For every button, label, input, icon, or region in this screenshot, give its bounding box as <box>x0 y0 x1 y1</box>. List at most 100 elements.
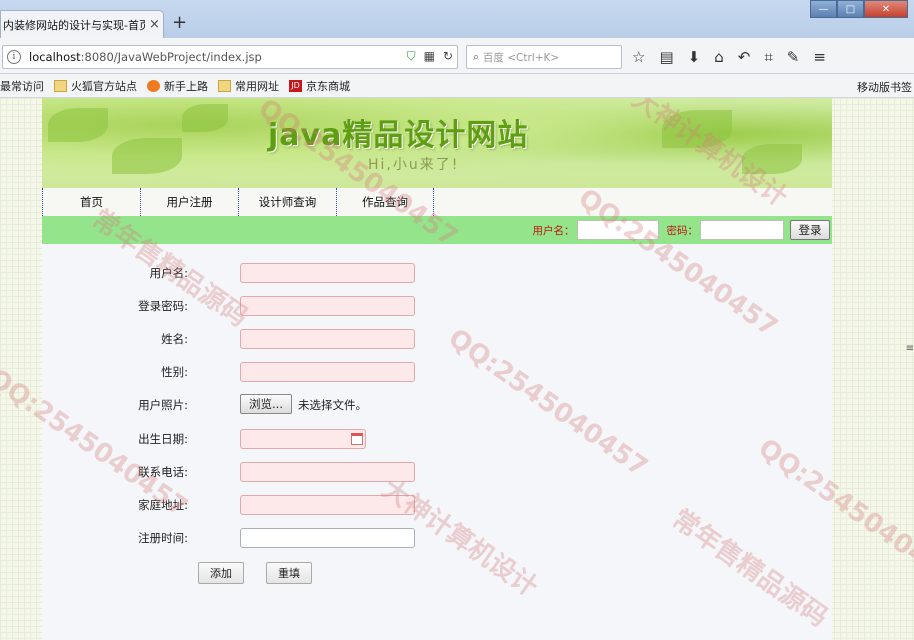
download-icon[interactable]: ⬇ <box>688 48 701 66</box>
bookmark-label: 京东商城 <box>306 79 350 93</box>
reset-button[interactable]: 重填 <box>266 562 312 584</box>
register-time-input[interactable] <box>240 528 415 548</box>
home-icon[interactable]: ⌂ <box>714 48 724 66</box>
star-icon[interactable]: ☆ <box>632 48 645 66</box>
login-username-input[interactable] <box>576 220 659 240</box>
bookmark-jd[interactable]: JD 京东商城 <box>289 78 350 94</box>
url-host: localhost <box>29 50 81 64</box>
register-form: 用户名: 登录密码: 姓名: 性别: 用户照片: 浏览... 未选择文件。 出生… <box>42 244 832 640</box>
bookmark-getting-started[interactable]: 新手上路 <box>147 78 208 94</box>
url-bar-icons: ⛉ ▦ ↻ <box>407 49 453 64</box>
site-container: java精品设计网站 Hi,小u来了! 首页 用户注册 设计师查询 作品查询 用… <box>42 98 832 640</box>
form-row-regtime: 注册时间: <box>42 528 415 548</box>
menu-item-works-search[interactable]: 作品查询 <box>336 188 434 216</box>
jd-logo-icon: JD <box>289 79 302 92</box>
file-status: 未选择文件。 <box>298 398 367 412</box>
field-label: 家庭地址: <box>138 498 188 512</box>
qr-code-icon[interactable]: ▦ <box>424 49 435 64</box>
banner-title: java精品设计网站 <box>268 118 529 153</box>
password-input[interactable] <box>240 296 415 316</box>
reload-icon[interactable]: ↻ <box>443 49 453 64</box>
field-label: 用户照片: <box>138 398 188 412</box>
gender-input[interactable] <box>240 362 415 382</box>
search-input[interactable]: ⌕ 百度 <Ctrl+K> <box>466 45 622 69</box>
browse-button[interactable]: 浏览... <box>240 394 292 414</box>
bookmark-most-visited[interactable]: 最常访问 <box>0 78 44 94</box>
form-row-address: 家庭地址: <box>42 495 415 515</box>
scrollbar-marker[interactable]: ≡ <box>906 343 914 354</box>
form-row-birthdate: 出生日期: <box>42 429 366 449</box>
tab-title: 内装修网站的设计与实现-首页 <box>3 18 145 32</box>
url-bar[interactable]: i localhost:8080/JavaWebProject/index.js… <box>2 45 458 69</box>
toolbar-icons: ☆ ▤ ⬇ ⌂ ↶ ⌗ ✎ ≡ <box>632 48 826 66</box>
mobile-bookmarks[interactable]: 移动版书签 <box>857 79 912 95</box>
extensions-icon[interactable]: ✎ <box>787 48 800 66</box>
leaf-decoration <box>182 104 228 132</box>
field-label: 性别: <box>161 365 188 379</box>
new-tab-button[interactable]: + <box>172 14 187 32</box>
bookmark-label: 常用网址 <box>235 79 279 93</box>
undo-icon[interactable]: ↶ <box>738 48 751 66</box>
calendar-icon[interactable] <box>351 433 363 445</box>
field-label: 联系电话: <box>138 465 188 479</box>
username-input[interactable] <box>240 263 415 283</box>
leaf-decoration <box>48 108 108 142</box>
birthdate-input[interactable] <box>240 429 366 449</box>
browser-navbar: i localhost:8080/JavaWebProject/index.js… <box>0 38 914 74</box>
login-password-input[interactable] <box>700 220 784 240</box>
login-bar: 用户名： 密码： 登录 <box>42 216 832 244</box>
phone-input[interactable] <box>240 462 415 482</box>
folder-icon <box>54 79 67 92</box>
name-input[interactable] <box>240 329 415 349</box>
maximize-button[interactable]: □ <box>837 0 864 18</box>
form-row-photo: 用户照片: 浏览... 未选择文件。 <box>42 394 367 415</box>
leaf-decoration <box>662 110 732 148</box>
bookmark-label: 最常访问 <box>0 79 44 93</box>
bookmark-firefox-site[interactable]: 火狐官方站点 <box>54 78 137 94</box>
shield-icon[interactable]: ⛉ <box>407 49 416 64</box>
form-row-username: 用户名: <box>42 263 415 283</box>
menu-item-register[interactable]: 用户注册 <box>140 188 238 216</box>
login-username-label: 用户名： <box>532 224 575 237</box>
bookmark-label: 火狐官方站点 <box>71 79 137 93</box>
close-window-button[interactable]: ✕ <box>864 0 908 18</box>
reader-icon[interactable]: ▤ <box>659 48 673 66</box>
menu-icon[interactable]: ≡ <box>813 48 826 66</box>
login-password-label: 密码： <box>666 224 699 237</box>
minimize-button[interactable]: — <box>810 0 837 18</box>
field-label: 出生日期: <box>138 432 188 446</box>
search-icon: ⌕ <box>473 50 479 63</box>
url-text[interactable]: localhost:8080/JavaWebProject/index.jsp <box>29 50 262 64</box>
firefox-icon <box>147 79 160 92</box>
form-row-name: 姓名: <box>42 329 415 349</box>
search-placeholder: 百度 <Ctrl+K> <box>482 51 560 64</box>
address-input[interactable] <box>240 495 415 515</box>
browser-titlebar: 内装修网站的设计与实现-首页 × + — □ ✕ <box>0 0 914 38</box>
add-button[interactable]: 添加 <box>198 562 244 584</box>
url-path: :8080/JavaWebProject/index.jsp <box>80 50 262 64</box>
main-menu: 首页 用户注册 设计师查询 作品查询 <box>42 188 832 216</box>
browser-tab[interactable]: 内装修网站的设计与实现-首页 × <box>0 10 164 38</box>
login-button[interactable]: 登录 <box>790 220 830 240</box>
form-row-gender: 性别: <box>42 362 415 382</box>
field-label: 登录密码: <box>138 299 188 313</box>
leaf-decoration <box>112 138 182 174</box>
site-banner: java精品设计网站 Hi,小u来了! <box>42 98 832 188</box>
info-icon[interactable]: i <box>7 50 21 64</box>
field-label: 姓名: <box>161 332 188 346</box>
leaf-decoration <box>742 144 802 174</box>
menu-item-home[interactable]: 首页 <box>42 188 140 216</box>
crop-icon[interactable]: ⌗ <box>764 48 772 66</box>
page-viewport: ≡ java精品设计网站 Hi,小u来了! 首页 用户注册 设计师查询 作品查询… <box>0 98 914 640</box>
form-row-phone: 联系电话: <box>42 462 415 482</box>
field-label: 用户名: <box>149 266 188 280</box>
bookmarks-bar: 最常访问 火狐官方站点 新手上路 常用网址 JD 京东商城 移动版书签 <box>0 74 914 98</box>
field-label: 注册时间: <box>138 531 188 545</box>
window-controls: — □ ✕ <box>810 0 908 18</box>
bookmark-common-sites[interactable]: 常用网址 <box>218 78 279 94</box>
folder-icon <box>218 79 231 92</box>
tab-close-icon[interactable]: × <box>149 17 160 32</box>
menu-item-designer-search[interactable]: 设计师查询 <box>238 188 336 216</box>
form-row-password: 登录密码: <box>42 296 415 316</box>
bookmark-label: 新手上路 <box>164 79 208 93</box>
